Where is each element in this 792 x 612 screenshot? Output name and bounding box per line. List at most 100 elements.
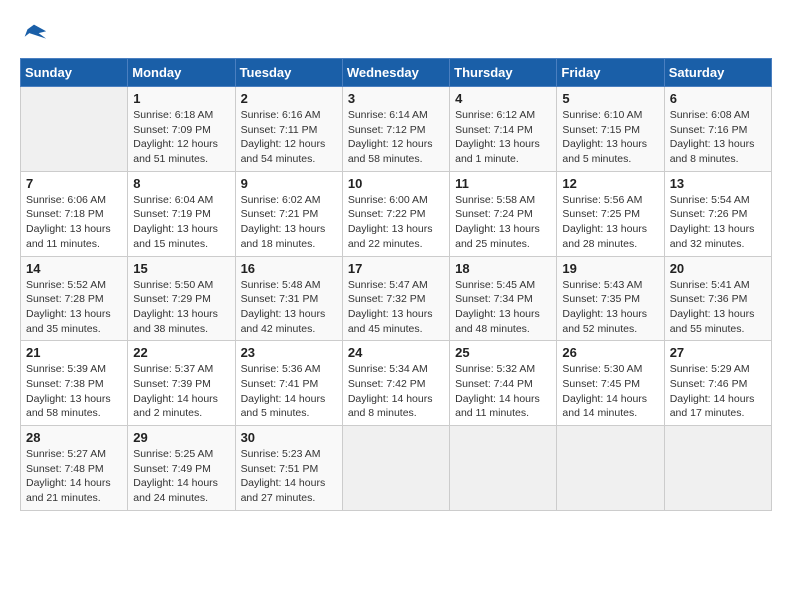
day-number: 20	[670, 261, 766, 276]
calendar-cell	[21, 87, 128, 172]
day-number: 14	[26, 261, 122, 276]
day-number: 30	[241, 430, 337, 445]
day-info: Sunrise: 6:00 AMSunset: 7:22 PMDaylight:…	[348, 193, 444, 252]
day-info: Sunrise: 5:47 AMSunset: 7:32 PMDaylight:…	[348, 278, 444, 337]
calendar-cell: 19 Sunrise: 5:43 AMSunset: 7:35 PMDayligh…	[557, 256, 664, 341]
day-number: 25	[455, 345, 551, 360]
calendar-week-row: 21 Sunrise: 5:39 AMSunset: 7:38 PMDayligh…	[21, 341, 772, 426]
day-info: Sunrise: 5:39 AMSunset: 7:38 PMDaylight:…	[26, 362, 122, 421]
day-info: Sunrise: 5:41 AMSunset: 7:36 PMDaylight:…	[670, 278, 766, 337]
calendar-cell: 20 Sunrise: 5:41 AMSunset: 7:36 PMDayligh…	[664, 256, 771, 341]
calendar-header-monday: Monday	[128, 59, 235, 87]
day-number: 18	[455, 261, 551, 276]
day-info: Sunrise: 5:58 AMSunset: 7:24 PMDaylight:…	[455, 193, 551, 252]
day-number: 15	[133, 261, 229, 276]
day-info: Sunrise: 6:14 AMSunset: 7:12 PMDaylight:…	[348, 108, 444, 167]
day-number: 27	[670, 345, 766, 360]
calendar-cell: 4 Sunrise: 6:12 AMSunset: 7:14 PMDaylight…	[450, 87, 557, 172]
day-info: Sunrise: 5:36 AMSunset: 7:41 PMDaylight:…	[241, 362, 337, 421]
calendar-cell: 26Sunrise: 5:30 AMSunset: 7:45 PMDayligh…	[557, 341, 664, 426]
calendar-cell: 9 Sunrise: 6:02 AMSunset: 7:21 PMDaylight…	[235, 171, 342, 256]
calendar-cell: 2 Sunrise: 6:16 AMSunset: 7:11 PMDaylight…	[235, 87, 342, 172]
calendar-cell: 27 Sunrise: 5:29 AMSunset: 7:46 PMDayligh…	[664, 341, 771, 426]
day-info: Sunrise: 6:04 AMSunset: 7:19 PMDaylight:…	[133, 193, 229, 252]
calendar-table: SundayMondayTuesdayWednesdayThursdayFrid…	[20, 58, 772, 511]
calendar-cell: 24 Sunrise: 5:34 AMSunset: 7:42 PMDayligh…	[342, 341, 449, 426]
calendar-header-saturday: Saturday	[664, 59, 771, 87]
calendar-cell: 17Sunrise: 5:47 AMSunset: 7:32 PMDayligh…	[342, 256, 449, 341]
day-info: Sunrise: 5:23 AMSunset: 7:51 PMDaylight:…	[241, 447, 337, 506]
calendar-header-thursday: Thursday	[450, 59, 557, 87]
day-number: 16	[241, 261, 337, 276]
calendar-cell: 7 Sunrise: 6:06 AMSunset: 7:18 PMDaylight…	[21, 171, 128, 256]
calendar-cell: 29Sunrise: 5:25 AMSunset: 7:49 PMDayligh…	[128, 426, 235, 511]
calendar-cell: 13 Sunrise: 5:54 AMSunset: 7:26 PMDayligh…	[664, 171, 771, 256]
day-number: 2	[241, 91, 337, 106]
day-info: Sunrise: 6:02 AMSunset: 7:21 PMDaylight:…	[241, 193, 337, 252]
day-info: Sunrise: 5:30 AMSunset: 7:45 PMDaylight:…	[562, 362, 658, 421]
day-number: 13	[670, 176, 766, 191]
day-number: 12	[562, 176, 658, 191]
calendar-cell: 8 Sunrise: 6:04 AMSunset: 7:19 PMDaylight…	[128, 171, 235, 256]
day-number: 24	[348, 345, 444, 360]
calendar-cell: 22 Sunrise: 5:37 AMSunset: 7:39 PMDayligh…	[128, 341, 235, 426]
calendar-cell: 10 Sunrise: 6:00 AMSunset: 7:22 PMDayligh…	[342, 171, 449, 256]
calendar-cell	[342, 426, 449, 511]
day-info: Sunrise: 6:12 AMSunset: 7:14 PMDaylight:…	[455, 108, 551, 167]
day-number: 8	[133, 176, 229, 191]
day-info: Sunrise: 6:10 AMSunset: 7:15 PMDaylight:…	[562, 108, 658, 167]
calendar-header-friday: Friday	[557, 59, 664, 87]
logo	[20, 20, 52, 48]
day-info: Sunrise: 5:27 AMSunset: 7:48 PMDaylight:…	[26, 447, 122, 506]
calendar-cell: 23 Sunrise: 5:36 AMSunset: 7:41 PMDayligh…	[235, 341, 342, 426]
calendar-cell: 16 Sunrise: 5:48 AMSunset: 7:31 PMDayligh…	[235, 256, 342, 341]
day-info: Sunrise: 5:54 AMSunset: 7:26 PMDaylight:…	[670, 193, 766, 252]
calendar-week-row: 28 Sunrise: 5:27 AMSunset: 7:48 PMDayligh…	[21, 426, 772, 511]
day-info: Sunrise: 6:18 AMSunset: 7:09 PMDaylight:…	[133, 108, 229, 167]
day-number: 7	[26, 176, 122, 191]
day-number: 22	[133, 345, 229, 360]
day-info: Sunrise: 5:43 AMSunset: 7:35 PMDaylight:…	[562, 278, 658, 337]
calendar-cell	[664, 426, 771, 511]
calendar-cell: 12 Sunrise: 5:56 AMSunset: 7:25 PMDayligh…	[557, 171, 664, 256]
calendar-cell	[557, 426, 664, 511]
calendar-week-row: 14 Sunrise: 5:52 AMSunset: 7:28 PMDayligh…	[21, 256, 772, 341]
calendar-cell: 11 Sunrise: 5:58 AMSunset: 7:24 PMDayligh…	[450, 171, 557, 256]
day-info: Sunrise: 5:56 AMSunset: 7:25 PMDaylight:…	[562, 193, 658, 252]
day-info: Sunrise: 5:34 AMSunset: 7:42 PMDaylight:…	[348, 362, 444, 421]
day-info: Sunrise: 5:52 AMSunset: 7:28 PMDaylight:…	[26, 278, 122, 337]
day-number: 11	[455, 176, 551, 191]
calendar-cell: 14 Sunrise: 5:52 AMSunset: 7:28 PMDayligh…	[21, 256, 128, 341]
calendar-cell: 6 Sunrise: 6:08 AMSunset: 7:16 PMDaylight…	[664, 87, 771, 172]
day-number: 28	[26, 430, 122, 445]
day-number: 9	[241, 176, 337, 191]
calendar-cell: 15 Sunrise: 5:50 AMSunset: 7:29 PMDayligh…	[128, 256, 235, 341]
calendar-cell: 25 Sunrise: 5:32 AMSunset: 7:44 PMDayligh…	[450, 341, 557, 426]
calendar-cell: 30 Sunrise: 5:23 AMSunset: 7:51 PMDayligh…	[235, 426, 342, 511]
day-info: Sunrise: 5:50 AMSunset: 7:29 PMDaylight:…	[133, 278, 229, 337]
day-info: Sunrise: 5:25 AMSunset: 7:49 PMDaylight:…	[133, 447, 229, 506]
day-info: Sunrise: 5:37 AMSunset: 7:39 PMDaylight:…	[133, 362, 229, 421]
day-number: 3	[348, 91, 444, 106]
day-number: 10	[348, 176, 444, 191]
header	[20, 20, 772, 48]
day-number: 23	[241, 345, 337, 360]
day-info: Sunrise: 5:32 AMSunset: 7:44 PMDaylight:…	[455, 362, 551, 421]
day-number: 19	[562, 261, 658, 276]
day-info: Sunrise: 5:29 AMSunset: 7:46 PMDaylight:…	[670, 362, 766, 421]
day-number: 1	[133, 91, 229, 106]
calendar-cell: 18 Sunrise: 5:45 AMSunset: 7:34 PMDayligh…	[450, 256, 557, 341]
calendar-header-wednesday: Wednesday	[342, 59, 449, 87]
day-number: 4	[455, 91, 551, 106]
day-number: 6	[670, 91, 766, 106]
calendar-cell: 5Sunrise: 6:10 AMSunset: 7:15 PMDaylight…	[557, 87, 664, 172]
day-info: Sunrise: 6:08 AMSunset: 7:16 PMDaylight:…	[670, 108, 766, 167]
day-info: Sunrise: 5:45 AMSunset: 7:34 PMDaylight:…	[455, 278, 551, 337]
day-number: 21	[26, 345, 122, 360]
calendar-week-row: 1 Sunrise: 6:18 AMSunset: 7:09 PMDaylight…	[21, 87, 772, 172]
day-info: Sunrise: 6:06 AMSunset: 7:18 PMDaylight:…	[26, 193, 122, 252]
day-info: Sunrise: 6:16 AMSunset: 7:11 PMDaylight:…	[241, 108, 337, 167]
day-info: Sunrise: 5:48 AMSunset: 7:31 PMDaylight:…	[241, 278, 337, 337]
calendar-cell: 1 Sunrise: 6:18 AMSunset: 7:09 PMDaylight…	[128, 87, 235, 172]
calendar-cell: 3 Sunrise: 6:14 AMSunset: 7:12 PMDaylight…	[342, 87, 449, 172]
